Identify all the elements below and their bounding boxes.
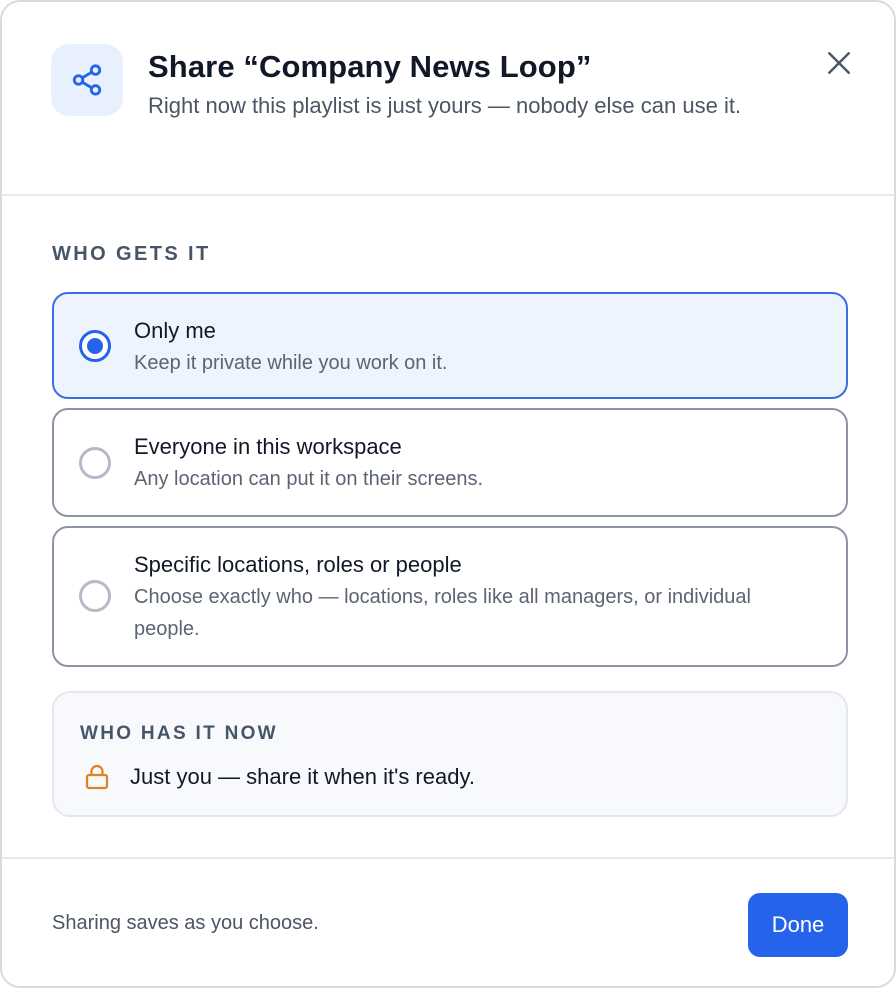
share-icon-tile <box>51 44 123 116</box>
dialog-title: Share “Company News Loop” <box>148 49 592 84</box>
close-icon <box>828 52 850 74</box>
autosave-note: Sharing saves as you choose. <box>52 912 319 934</box>
option-title: Specific locations, roles or people <box>134 552 462 577</box>
dialog-footer: Sharing saves as you choose. Done <box>2 857 894 986</box>
radio-everyone-in-workspace[interactable] <box>79 447 111 479</box>
share-dialog: Share “Company News Loop” Right now this… <box>0 0 896 988</box>
who-has-it-now-panel: WHO HAS IT NOW Just you — share it when … <box>52 691 848 817</box>
option-description: Any location can put it on their screens… <box>134 468 484 490</box>
share-icon <box>72 64 102 96</box>
radio-only-me[interactable] <box>79 330 111 362</box>
lock-icon <box>85 764 109 790</box>
option-specific-people[interactable]: Specific locations, roles or people Choo… <box>52 526 848 667</box>
option-description: Keep it private while you work on it. <box>134 352 448 374</box>
access-status-text: Just you — share it when it's ready. <box>130 764 475 789</box>
done-button[interactable]: Done <box>748 893 848 957</box>
option-title: Only me <box>134 318 216 343</box>
dialog-subtitle: Right now this playlist is just yours — … <box>148 93 742 118</box>
option-title: Everyone in this workspace <box>134 434 402 459</box>
option-description: Choose exactly who — locations, roles li… <box>134 586 751 640</box>
dialog-header: Share “Company News Loop” Right now this… <box>2 2 894 196</box>
who-has-it-now-label: WHO HAS IT NOW <box>80 723 278 744</box>
radio-specific-people[interactable] <box>79 580 111 612</box>
close-button[interactable] <box>816 40 862 86</box>
option-everyone-in-workspace[interactable]: Everyone in this workspace Any location … <box>52 408 848 517</box>
who-gets-it-label: WHO GETS IT <box>52 243 211 265</box>
option-only-me[interactable]: Only me Keep it private while you work o… <box>52 292 848 399</box>
